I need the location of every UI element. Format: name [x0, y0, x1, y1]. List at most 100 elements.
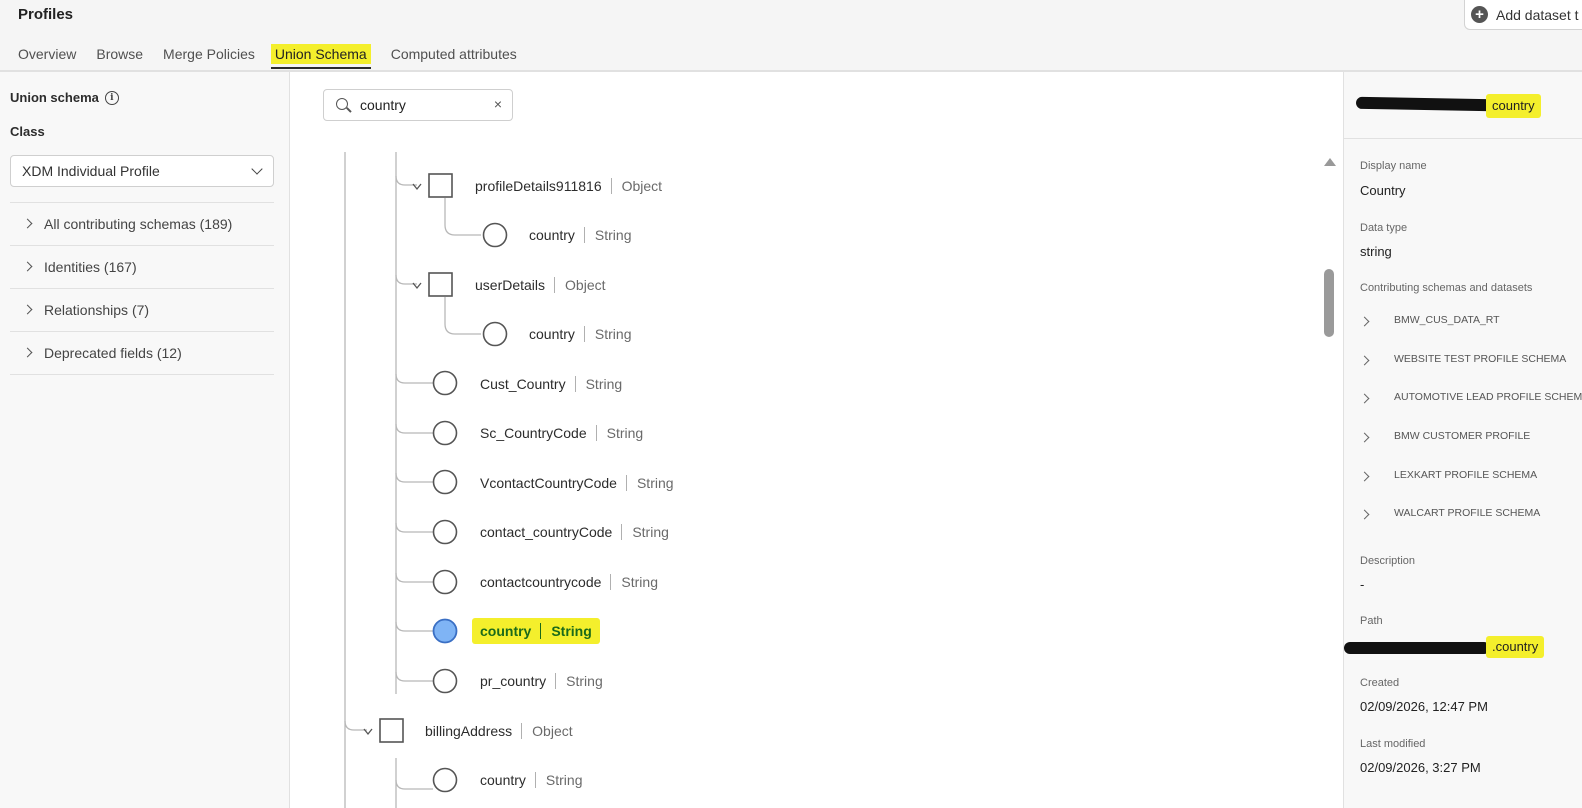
tab-browse[interactable]: Browse [96, 44, 143, 64]
node-type: String [555, 673, 603, 689]
node-type: String [574, 376, 622, 392]
created-label: Created [1360, 677, 1400, 689]
created-value: 02/09/2026, 12:47 PM [1360, 699, 1488, 714]
path-highlight: .country [1486, 636, 1545, 658]
dataset-label: WALCART PROFILE SCHEMA [1394, 507, 1541, 519]
node-name: Sc_CountryCode [480, 425, 587, 441]
tree-node[interactable]: country String [480, 770, 583, 790]
accordion-label: All contributing schemas (189) [44, 216, 233, 232]
chevron-right-icon [1359, 316, 1370, 327]
node-type: Object [610, 178, 662, 194]
chevron-down-icon [251, 163, 263, 175]
tree-node[interactable]: contact_countryCode String [480, 522, 669, 542]
chevron-right-icon [22, 347, 33, 358]
tree-node-selected[interactable]: country String [472, 618, 600, 644]
field-node-icon [482, 222, 508, 248]
object-node-icon [428, 173, 453, 198]
tree-node[interactable]: Sc_CountryCode String [480, 423, 643, 443]
node-name: country [529, 227, 575, 243]
field-node-icon [432, 519, 458, 545]
redacted-text [1355, 96, 1493, 112]
class-dropdown[interactable]: XDM Individual Profile [10, 155, 274, 187]
class-label: Class [10, 124, 45, 139]
tab-bar: Overview Browse Merge Policies Union Sch… [8, 44, 527, 69]
scroll-up-arrow-icon[interactable] [1324, 158, 1336, 166]
field-node-icon [432, 370, 458, 396]
schema-search-field[interactable]: country × [323, 89, 513, 121]
field-node-icon [432, 668, 458, 694]
sidebar-accordion: All contributing schemas (189) Identitie… [10, 202, 274, 375]
class-dropdown-value: XDM Individual Profile [22, 163, 160, 179]
modified-value: 02/09/2026, 3:27 PM [1360, 760, 1481, 775]
contributing-label: Contributing schemas and datasets [1360, 282, 1533, 294]
description-label: Description [1360, 555, 1416, 567]
tree-node[interactable]: pr_country String [480, 671, 603, 691]
dataset-label: AUTOMOTIVE LEAD PROFILE SCHEMA [1394, 391, 1582, 403]
node-type: String [610, 574, 658, 590]
node-name: contact_countryCode [480, 524, 613, 540]
selected-field-node-icon [432, 618, 458, 644]
chevron-right-icon [22, 304, 33, 315]
field-node-icon [482, 321, 508, 347]
tree-node[interactable]: country String [529, 225, 632, 245]
node-name: country [480, 772, 526, 788]
accordion-label: Deprecated fields (12) [44, 345, 182, 361]
tree-node[interactable]: country String [529, 324, 632, 344]
tree-node[interactable]: Cust_Country String [480, 374, 622, 394]
redacted-text [1344, 642, 1490, 654]
tree-node[interactable]: VcontactCountryCode String [480, 473, 674, 493]
dataset-label: WEBSITE TEST PROFILE SCHEMA [1394, 353, 1567, 365]
dataset-label: BMW_CUS_DATA_RT [1394, 314, 1500, 326]
accordion-relationships[interactable]: Relationships (7) [10, 289, 274, 332]
display-name-value: Country [1360, 183, 1406, 198]
node-type: String [534, 772, 583, 788]
accordion-contributing-schemas[interactable]: All contributing schemas (189) [10, 203, 274, 246]
top-header: Profiles + Add dataset t Overview Browse… [0, 0, 1582, 72]
chevron-right-icon [1359, 355, 1370, 366]
clear-search-icon[interactable]: × [494, 96, 502, 112]
node-name: VcontactCountryCode [480, 475, 617, 491]
vertical-scrollbar[interactable] [1324, 269, 1334, 337]
search-input[interactable]: country [360, 97, 406, 113]
node-name: country [529, 326, 575, 342]
page-title: Profiles [18, 6, 74, 23]
union-schema-heading: Union schema i [10, 90, 119, 105]
search-icon [336, 98, 348, 110]
tab-merge-policies[interactable]: Merge Policies [163, 44, 255, 64]
dataset-label: LEXKART PROFILE SCHEMA [1394, 469, 1538, 481]
field-details-panel: country Display name Country Data type s… [1343, 72, 1582, 808]
path-label: Path [1360, 615, 1383, 627]
info-icon[interactable]: i [104, 90, 119, 105]
chevron-right-icon [1359, 393, 1370, 404]
add-dataset-button[interactable]: + Add dataset t [1464, 0, 1582, 30]
node-type: String [621, 524, 669, 540]
accordion-deprecated-fields[interactable]: Deprecated fields (12) [10, 332, 274, 375]
data-type-label: Data type [1360, 222, 1408, 234]
node-type: String [540, 623, 592, 639]
accordion-label: Relationships (7) [44, 302, 150, 318]
node-type: Object [521, 723, 573, 739]
tab-computed-attributes[interactable]: Computed attributes [391, 44, 517, 64]
display-name-label: Display name [1360, 160, 1427, 172]
tree-node[interactable]: billingAddress Object [425, 721, 573, 741]
path-value: .country [1344, 636, 1554, 658]
chevron-right-icon [22, 218, 33, 229]
field-node-icon [432, 569, 458, 595]
node-type: Object [554, 277, 606, 293]
tree-node[interactable]: contactcountrycode String [480, 572, 658, 592]
node-type: String [583, 227, 632, 243]
tree-node[interactable]: profileDetails911816 Object [475, 176, 662, 196]
tree-node[interactable]: userDetails Object [475, 275, 606, 295]
tab-union-schema[interactable]: Union Schema [270, 44, 371, 69]
node-name: country [480, 623, 532, 639]
tab-overview[interactable]: Overview [18, 44, 76, 64]
object-node-icon [379, 718, 404, 743]
chevron-right-icon [1359, 432, 1370, 443]
schema-tree-panel: profileDetails911816 Object country String… [291, 72, 1342, 808]
tree-connectors [344, 152, 508, 808]
union-schema-title: Union schema [10, 90, 99, 105]
field-node-icon [432, 767, 458, 793]
node-name: contactcountrycode [480, 574, 602, 590]
accordion-identities[interactable]: Identities (167) [10, 246, 274, 289]
node-name: userDetails [475, 277, 546, 293]
